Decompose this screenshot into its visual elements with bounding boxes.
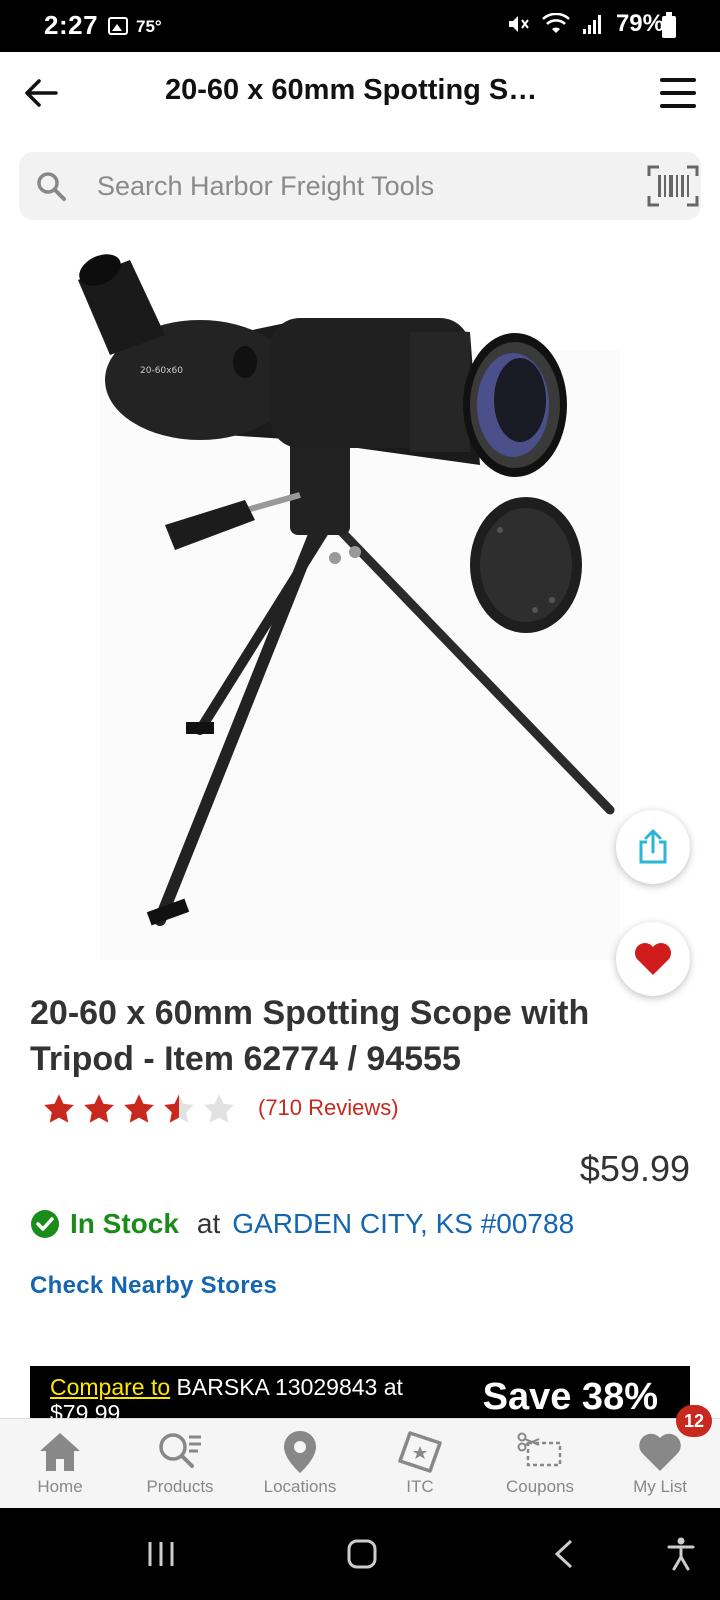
nav-home[interactable]: Home [0, 1419, 120, 1508]
nav-label: Products [146, 1477, 214, 1496]
nav-label: Locations [263, 1477, 337, 1496]
nav-my-list[interactable]: My List 12 [600, 1405, 720, 1508]
search-input[interactable] [79, 152, 619, 220]
products-icon [159, 1433, 201, 1468]
location-icon [284, 1431, 316, 1473]
home-icon [40, 1433, 80, 1471]
heart-icon [639, 1433, 681, 1471]
hamburger-menu-icon[interactable] [660, 78, 696, 108]
stock-info: In Stock at GARDEN CITY, KS #00788 [30, 1208, 574, 1240]
favorite-button[interactable] [616, 922, 690, 996]
battery-level: 79% [615, 10, 664, 37]
list-count-badge: 12 [676, 1405, 712, 1437]
stock-at-label: at [196, 1208, 221, 1239]
star-icon [204, 1094, 234, 1123]
home-button-icon[interactable] [346, 1538, 378, 1570]
product-image[interactable]: 20-60x60 [0, 240, 720, 960]
share-button[interactable] [616, 810, 690, 884]
search-bar [19, 152, 701, 220]
status-temperature: 75° [136, 17, 162, 36]
barcode-scan-icon[interactable] [647, 164, 699, 208]
star-icon [124, 1094, 154, 1123]
star-rating [42, 1092, 236, 1124]
system-nav-bar [0, 1508, 720, 1600]
product-price: $59.99 [579, 1148, 690, 1189]
nav-label: Coupons [505, 1477, 575, 1496]
compare-text: Compare to BARSKA 13029843 at $79.99 [50, 1374, 450, 1418]
check-nearby-stores-link[interactable]: Check Nearby Stores [30, 1272, 277, 1300]
mute-icon [508, 16, 529, 32]
nav-coupons[interactable]: Coupons [480, 1419, 600, 1508]
star-icon [84, 1094, 114, 1123]
signal-icon [582, 15, 601, 34]
nav-label: My List [633, 1477, 687, 1496]
battery-icon [662, 12, 676, 38]
store-link[interactable]: GARDEN CITY, KS #00788 [232, 1208, 574, 1240]
product-title: 20-60 x 60mm Spotting Scope with Tripod … [30, 994, 590, 1078]
status-bar: 2:27 75° 79% [0, 0, 720, 52]
save-percent: Save 38% [482, 1376, 658, 1418]
itc-icon [398, 1431, 442, 1473]
heart-icon [635, 943, 671, 975]
status-time: 2:27 [44, 10, 99, 40]
product-rating[interactable]: (710 Reviews) [42, 1092, 399, 1124]
back-arrow-icon[interactable] [20, 72, 62, 114]
nav-label: Home [37, 1477, 83, 1496]
coupon-icon [517, 1432, 562, 1467]
stock-status: In Stock [70, 1208, 179, 1239]
compare-banner: Compare to BARSKA 13029843 at $79.99 Sav… [30, 1366, 690, 1418]
share-icon [639, 829, 667, 864]
app-header: 20-60 x 60mm Spotting Scope with Tripod … [0, 52, 720, 132]
gallery-notification-icon [108, 17, 128, 35]
back-icon[interactable] [552, 1538, 576, 1570]
page-title: 20-60 x 60mm Spotting Scope with Tripod … [165, 74, 545, 106]
star-icon [44, 1094, 74, 1123]
accessibility-icon[interactable] [666, 1536, 696, 1572]
star-icon [164, 1094, 194, 1123]
nav-locations[interactable]: Locations [240, 1419, 360, 1508]
bottom-nav: Home Products Locations ITC Coupons My L… [0, 1405, 720, 1508]
svg-text:20-60x60: 20-60x60 [140, 366, 183, 376]
nav-label: ITC [406, 1477, 434, 1496]
nav-products[interactable]: Products [120, 1419, 240, 1508]
nav-itc[interactable]: ITC [360, 1419, 480, 1508]
wifi-icon [542, 13, 570, 33]
reviews-link[interactable]: (710 Reviews) [258, 1095, 399, 1121]
search-icon [37, 172, 66, 201]
compare-to-link[interactable]: Compare to [50, 1374, 170, 1400]
check-circle-icon [31, 1210, 59, 1238]
recent-apps-icon[interactable] [146, 1540, 176, 1568]
